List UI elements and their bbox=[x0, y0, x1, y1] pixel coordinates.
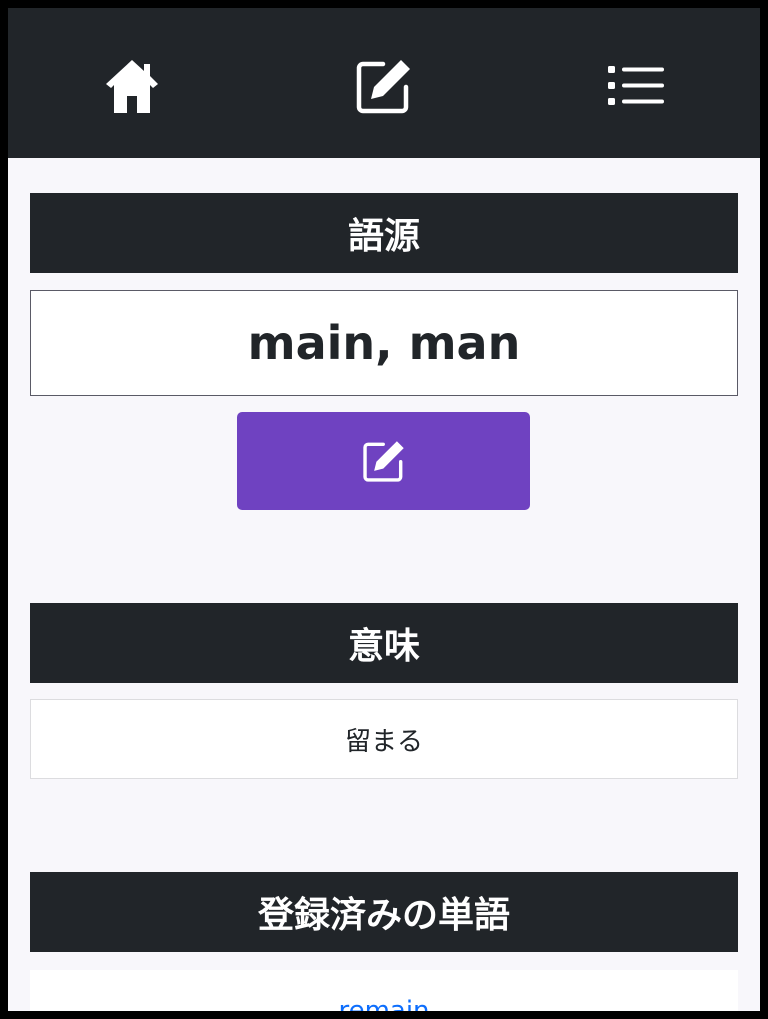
edit-icon bbox=[362, 441, 404, 482]
etymology-value: main, man bbox=[30, 290, 738, 396]
etymology-header: 語源 bbox=[30, 193, 738, 273]
home-icon bbox=[106, 60, 158, 113]
app-frame: 語源 main, man 意味 留まる 登録済みの単語 remain bbox=[8, 8, 760, 1011]
word-link-remain[interactable]: remain bbox=[30, 996, 738, 1011]
registered-words-list: remain bbox=[30, 970, 738, 1011]
meaning-header: 意味 bbox=[30, 603, 738, 683]
top-navbar bbox=[8, 8, 760, 158]
nav-home-button[interactable] bbox=[102, 56, 162, 116]
edit-etymology-button[interactable] bbox=[237, 412, 530, 510]
edit-icon bbox=[356, 60, 410, 114]
nav-list-button[interactable] bbox=[606, 56, 666, 116]
registered-words-header: 登録済みの単語 bbox=[30, 872, 738, 952]
nav-edit-button[interactable] bbox=[354, 56, 414, 116]
meaning-value: 留まる bbox=[30, 699, 738, 779]
list-icon bbox=[608, 66, 664, 105]
